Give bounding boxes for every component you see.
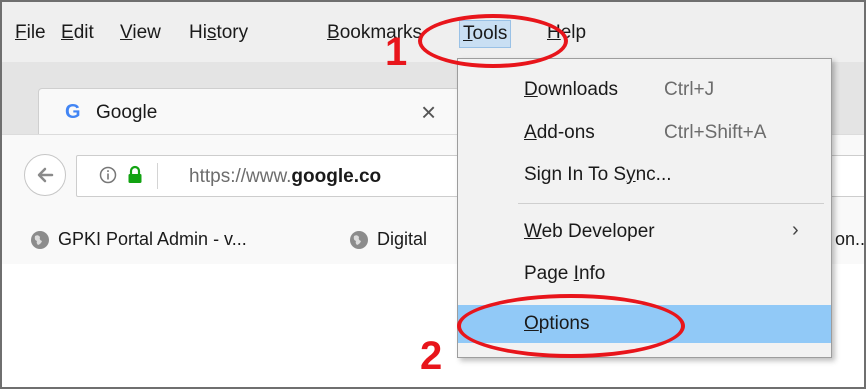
annotation-circle-options [457, 294, 685, 358]
tab-title: Google [96, 102, 158, 123]
annotation-circle-tools [418, 14, 568, 68]
google-favicon-icon: G [65, 101, 81, 123]
menu-view[interactable]: View [117, 20, 164, 46]
menu-item-web-developer[interactable]: Web Developer › [458, 213, 831, 251]
bookmark-digital[interactable]: Digital [377, 229, 427, 250]
menu-item-page-info[interactable]: Page Info [458, 255, 831, 293]
globe-icon [350, 231, 368, 249]
url-separator [157, 163, 158, 189]
back-button[interactable] [24, 154, 66, 196]
url-text: https://www.google.co [189, 166, 382, 187]
menu-item-sign-in-sync[interactable]: Sign In To Sync... [458, 156, 831, 194]
menu-separator [518, 203, 824, 204]
back-arrow-icon [37, 167, 54, 183]
lock-icon [128, 165, 142, 183]
close-tab-icon[interactable]: × [421, 97, 436, 128]
submenu-arrow-icon: › [792, 219, 799, 241]
browser-window: File Edit View History Bookmarks Tools H… [0, 0, 866, 389]
menu-item-add-ons[interactable]: Add-ons Ctrl+Shift+A [458, 114, 831, 152]
shortcut-label: Ctrl+Shift+A [664, 122, 767, 143]
annotation-step-2: 2 [420, 334, 443, 378]
menu-item-downloads[interactable]: Downloads Ctrl+J [458, 71, 831, 109]
menu-file[interactable]: File [12, 20, 49, 46]
bookmark-gpki[interactable]: GPKI Portal Admin - v... [58, 229, 247, 250]
menu-bookmarks[interactable]: Bookmarks [324, 20, 425, 46]
menu-history[interactable]: History [186, 20, 251, 46]
annotation-step-1: 1 [385, 30, 408, 74]
globe-icon [31, 231, 49, 249]
menu-edit[interactable]: Edit [58, 20, 97, 46]
tab-google[interactable]: G Google × [38, 88, 460, 137]
shortcut-label: Ctrl+J [664, 79, 715, 100]
bookmark-overflow[interactable]: on... [835, 229, 864, 250]
info-icon[interactable] [99, 166, 117, 184]
